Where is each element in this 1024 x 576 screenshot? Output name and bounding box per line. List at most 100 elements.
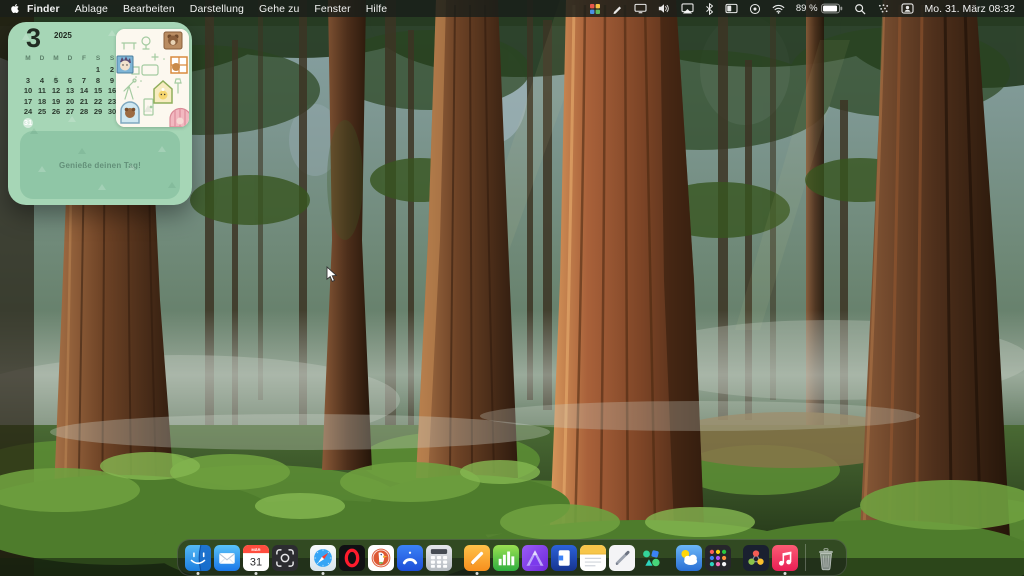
calendar-day-28: 28: [77, 107, 91, 118]
running-indicator: [784, 572, 787, 575]
screen-mirroring-status-icon[interactable]: [681, 3, 694, 14]
dock-mail[interactable]: [214, 545, 240, 571]
dock-shapes-stickers-app[interactable]: [638, 545, 664, 571]
dock-safari[interactable]: [310, 545, 336, 571]
dock-orion-browser[interactable]: [397, 545, 423, 571]
opera-icon: [339, 545, 365, 571]
menu-bar-clock[interactable]: Mo. 31. März 08:32: [925, 3, 1015, 15]
menu-ablage[interactable]: Ablage: [75, 3, 108, 15]
svg-text:31: 31: [250, 556, 262, 568]
now-playing-status-icon[interactable]: [749, 3, 761, 15]
colorful-app-grid-icon[interactable]: [589, 3, 601, 15]
calendar-day-20: 20: [63, 97, 77, 108]
calendar-day-empty: [35, 65, 49, 76]
mail-icon: [214, 545, 240, 571]
widget-year: 2025: [54, 31, 72, 40]
blue-document-app-icon: [551, 545, 577, 571]
pages-icon: [464, 545, 490, 571]
music-icon: [772, 545, 798, 571]
calendar-day-empty: [63, 65, 77, 76]
calendar-day-27: 27: [63, 107, 77, 118]
menu-darstellung[interactable]: Darstellung: [190, 3, 244, 15]
apple-menu-icon[interactable]: [9, 2, 21, 15]
display-status-icon[interactable]: [634, 3, 647, 14]
menu-fenster[interactable]: Fenster: [314, 3, 350, 15]
calendar-day-14: 14: [77, 86, 91, 97]
dock-duckduckgo[interactable]: [368, 545, 394, 571]
dock-weather[interactable]: [676, 545, 702, 571]
calendar-day-empty: [77, 65, 91, 76]
day-of-week-header: S: [91, 53, 105, 65]
dock-davinci-resolve[interactable]: [743, 545, 769, 571]
calendar-day-17: 17: [21, 97, 35, 108]
calendar-grid: MDMDFSS123456789101112131415161718192021…: [21, 53, 119, 128]
calendar-day-8: 8: [91, 76, 105, 87]
dock-music[interactable]: [772, 545, 798, 571]
battery-status[interactable]: 89 %: [796, 3, 843, 14]
widget-message: Genieße deinen Tag!: [59, 161, 141, 170]
calendar-day-empty: [91, 118, 105, 129]
finder-icon: [185, 545, 211, 571]
spotlight-icon[interactable]: [854, 3, 866, 15]
calendar-day-5: 5: [49, 76, 63, 87]
pen-status-icon[interactable]: [612, 3, 623, 14]
svg-text:MÄR: MÄR: [251, 547, 260, 552]
calendar-day-21: 21: [77, 97, 91, 108]
menu-gehe-zu[interactable]: Gehe zu: [259, 3, 299, 15]
calendar-day-empty: [63, 118, 77, 129]
calendar-day-empty: [49, 65, 63, 76]
duckduckgo-icon: [368, 545, 394, 571]
dock-notes[interactable]: [580, 545, 606, 571]
calendar-day-25: 25: [35, 107, 49, 118]
calendar-day-10: 10: [21, 86, 35, 97]
calendar-day-29: 29: [91, 107, 105, 118]
dock-screenshot-app[interactable]: [272, 545, 298, 571]
day-of-week-header: M: [21, 53, 35, 65]
dock-pages[interactable]: [464, 545, 490, 571]
menu-finder[interactable]: Finder: [27, 3, 60, 15]
calendar-day-26: 26: [49, 107, 63, 118]
dock-calendar[interactable]: MÄR 31: [243, 545, 269, 571]
bluetooth-status-icon[interactable]: [705, 3, 714, 15]
purple-design-app-icon: [522, 545, 548, 571]
running-indicator: [197, 572, 200, 575]
shapes-stickers-app-icon: [638, 545, 664, 571]
dock-opera[interactable]: [339, 545, 365, 571]
calendar-day-24: 24: [21, 107, 35, 118]
screenshot-app-icon: [272, 545, 298, 571]
dock-trash[interactable]: [813, 545, 839, 571]
widget-illustration: [116, 29, 189, 127]
menu-bearbeiten[interactable]: Bearbeiten: [123, 3, 175, 15]
orion-browser-icon: [397, 545, 423, 571]
davinci-resolve-icon: [743, 545, 769, 571]
running-indicator: [255, 572, 258, 575]
notes-icon: [580, 545, 606, 571]
dock-text-editor-app[interactable]: [609, 545, 635, 571]
weather-icon: [676, 545, 702, 571]
battery-percent: 89 %: [796, 3, 818, 14]
day-of-week-header: D: [63, 53, 77, 65]
calendar-day-empty: [77, 118, 91, 129]
numbers-icon: [493, 545, 519, 571]
user-switch-status-icon[interactable]: [901, 3, 914, 14]
dock-purple-design-app[interactable]: [522, 545, 548, 571]
calendar-day-3: 3: [21, 76, 35, 87]
dock-numbers[interactable]: [493, 545, 519, 571]
running-indicator: [322, 572, 325, 575]
volume-status-icon[interactable]: [658, 3, 670, 14]
menu-hilfe[interactable]: Hilfe: [366, 3, 388, 15]
day-of-week-header: M: [49, 53, 63, 65]
dock-finder[interactable]: [185, 545, 211, 571]
calendar-day-empty: [21, 65, 35, 76]
dock-calculator[interactable]: [426, 545, 452, 571]
day-of-week-header: F: [77, 53, 91, 65]
calendar-day-6: 6: [63, 76, 77, 87]
dock-blue-document-app[interactable]: [551, 545, 577, 571]
wifi-status-icon[interactable]: [772, 4, 785, 14]
dots-grid-status-icon[interactable]: [877, 3, 890, 14]
dock-launchpad[interactable]: [705, 545, 731, 571]
safari-icon: [310, 545, 336, 571]
calendar-widget[interactable]: 3 2025 MDMDFSS12345678910111213141516171…: [8, 22, 192, 205]
launchpad-icon: [705, 545, 731, 571]
window-manager-status-icon[interactable]: [725, 3, 738, 14]
